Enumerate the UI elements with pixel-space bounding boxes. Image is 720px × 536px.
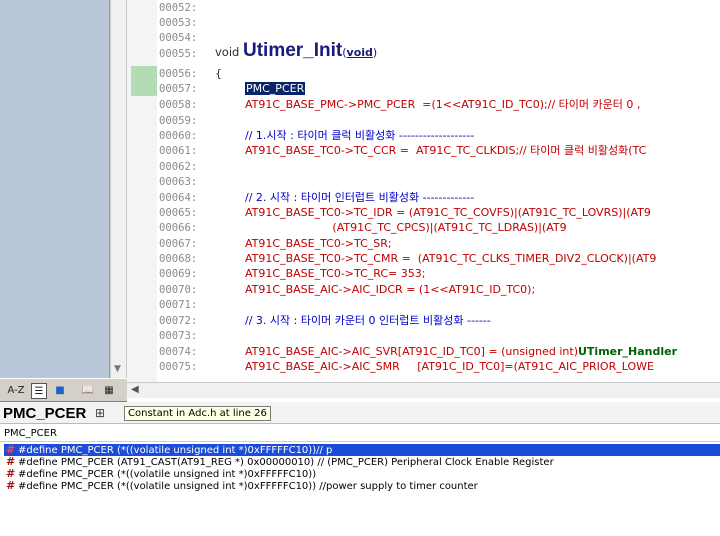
code-text: PMC_PCER — [245, 81, 306, 97]
context-symbol-name: PMC_PCER — [3, 405, 87, 422]
code-editor[interactable]: 00052: 00053: 00054: 00055: void Utimer_Init… — [127, 0, 720, 382]
line-number: 00068: — [159, 253, 198, 265]
definition-list[interactable]: # #define PMC_PCER (*((volatile unsigned … — [0, 442, 720, 536]
line-number: 00059: — [159, 115, 198, 127]
scroll-down-icon[interactable]: ▼ — [114, 364, 121, 374]
line-number: 00055: — [159, 48, 198, 60]
symbol-tooltip: Constant in Adc.h at line 26 — [124, 406, 271, 421]
line-number: 00057: — [159, 83, 198, 95]
line-number: 00064: — [159, 192, 198, 204]
definition-text: #define PMC_PCER (*((volatile unsigned i… — [18, 445, 333, 456]
code-text: AT91C_BASE_TC0->TC_SR; — [245, 237, 392, 250]
tree-icon[interactable]: ⊞ — [95, 406, 105, 420]
definition-text: #define PMC_PCER (*((volatile unsigned i… — [18, 481, 478, 492]
code-text: AT91C_BASE_PMC->PMC_PCER =(1<<AT91C_ID_T… — [245, 98, 641, 111]
definition-text: #define PMC_PCER (AT91_CAST(AT91_REG *) … — [18, 457, 554, 468]
code-text: // 1.시작 : 타이머 클럭 비활성화 ------------------… — [245, 129, 475, 142]
line-number: 00070: — [159, 284, 198, 296]
code-text: (AT91C_TC_CPCS)|(AT91C_TC_LDRAS)|(AT9 — [245, 221, 567, 234]
code-text: AT91C_BASE_TC0->TC_IDR = (AT91C_TC_COVFS… — [245, 206, 651, 219]
definition-item[interactable]: # #define PMC_PCER (*((volatile unsigned … — [4, 444, 720, 456]
definition-item[interactable]: # #define PMC_PCER (*((volatile unsigned … — [6, 479, 720, 493]
editor-horizontal-scrollbar[interactable]: ◀ — [127, 382, 720, 398]
sort-alpha-icon[interactable]: A-Z — [6, 383, 26, 399]
code-text: AT91C_BASE_TC0->TC_CCR = AT91C_TC_CLKDIS… — [245, 144, 647, 157]
line-number: 00060: — [159, 130, 198, 142]
current-line-marker — [131, 66, 157, 96]
editor-gutter — [127, 0, 157, 382]
line-number: 00053: — [159, 17, 198, 29]
line-number: 00058: — [159, 99, 198, 111]
line-number: 00075: — [159, 361, 198, 373]
context-window-header: PMC_PCER ⊞ Constant in Adc.h at line 26 — [0, 402, 720, 424]
code-text: AT91C_BASE_TC0->TC_RC= 353; — [245, 267, 426, 280]
scroll-left-icon[interactable]: ◀ — [131, 384, 139, 395]
code-text: AT91C_BASE_TC0->TC_CMR = (AT91C_TC_CLKS_… — [245, 252, 657, 265]
code-text: { — [215, 67, 222, 80]
selected-text: PMC_PCER — [245, 82, 306, 95]
line-number: 00065: — [159, 207, 198, 219]
symbol-toolbar: A-Z ☰ ■ 📖 ▦ — [0, 378, 127, 402]
define-hash-icon: # — [6, 479, 16, 492]
line-number: 00066: — [159, 222, 198, 234]
line-number: 00054: — [159, 32, 198, 44]
code-text: void Utimer_Init(void) — [215, 40, 378, 61]
line-number: 00069: — [159, 268, 198, 280]
line-number: 00073: — [159, 330, 198, 342]
list-view-icon[interactable]: ☰ — [31, 383, 47, 399]
line-number: 00067: — [159, 238, 198, 250]
code-text: AT91C_BASE_AIC->AIC_SVR[AT91C_ID_TC0] = … — [245, 345, 678, 358]
code-text: AT91C_BASE_AIC->AIC_SMR [AT91C_ID_TC0]=(… — [245, 360, 654, 373]
line-number: 00052: — [159, 2, 198, 14]
symbol-tree-scrollbar[interactable]: ▼ — [110, 0, 127, 378]
line-number: 00071: — [159, 299, 198, 311]
context-search-input[interactable] — [4, 425, 304, 441]
code-text: // 3. 시작 : 타이머 카운터 0 인터럽트 비활성화 ------ — [245, 314, 491, 327]
line-number: 00062: — [159, 161, 198, 173]
symbol-tree-pane[interactable] — [0, 0, 110, 378]
code-text: // 2. 시작 : 타이머 인터럽트 비활성화 ------------- — [245, 191, 475, 204]
line-number: 00056: — [159, 68, 198, 80]
category-view-icon[interactable]: ■ — [52, 383, 68, 399]
line-number: 00061: — [159, 145, 198, 157]
code-text: AT91C_BASE_AIC->AIC_IDCR = (1<<AT91C_ID_… — [245, 283, 536, 296]
context-search-row — [0, 424, 720, 442]
line-number: 00074: — [159, 346, 198, 358]
function-name: Utimer_Init — [243, 40, 343, 61]
line-number: 00063: — [159, 176, 198, 188]
book-icon[interactable]: 📖 — [80, 383, 96, 399]
line-number: 00072: — [159, 315, 198, 327]
definition-item[interactable]: # #define PMC_PCER (AT91_CAST(AT91_REG *)… — [6, 456, 720, 469]
properties-icon[interactable]: ▦ — [101, 383, 117, 399]
definition-text: #define PMC_PCER (*((volatile unsigned i… — [18, 469, 317, 480]
definition-item[interactable]: # #define PMC_PCER (*((volatile unsigned … — [6, 468, 720, 481]
